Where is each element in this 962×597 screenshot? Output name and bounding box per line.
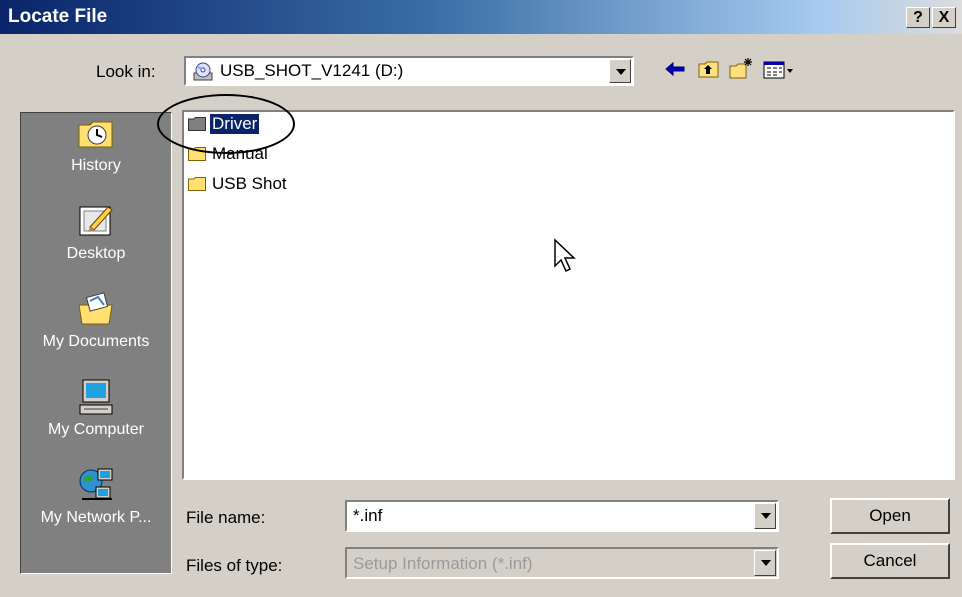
look-in-value: USB_SHOT_V1241 (D:)	[220, 61, 404, 80]
files-of-type-dropdown-arrow[interactable]	[754, 550, 776, 576]
file-name: USB Shot	[212, 174, 287, 193]
place-my-computer[interactable]: My Computer	[21, 377, 171, 439]
file-list[interactable]: Driver Manual USB Shot	[182, 110, 955, 480]
my-documents-icon	[76, 289, 116, 329]
highlight-ellipse	[157, 94, 295, 154]
close-button[interactable]: X	[932, 7, 956, 28]
help-button[interactable]: ?	[906, 7, 930, 28]
title-bar[interactable]: Locate File ? X	[0, 0, 962, 34]
new-folder-icon[interactable]	[728, 56, 754, 82]
folder-icon	[188, 177, 206, 191]
look-in-dropdown[interactable]: USB_SHOT_V1241 (D:)	[184, 56, 634, 86]
file-name-label: File name:	[186, 508, 266, 527]
window-title: Locate File	[8, 6, 108, 27]
place-desktop[interactable]: Desktop	[21, 201, 171, 263]
place-my-network-places[interactable]: My Network P...	[21, 465, 171, 527]
look-in-label: Look in:	[96, 62, 156, 81]
locate-file-dialog: Locate File ? X Look in: USB_SHOT_V1241 …	[0, 0, 962, 597]
open-button[interactable]: Open	[830, 498, 950, 534]
places-bar: History Desktop My Documents My Computer…	[20, 112, 172, 574]
my-network-places-icon	[76, 465, 116, 505]
files-of-type-label: Files of type:	[186, 556, 283, 575]
history-icon	[76, 113, 116, 153]
file-name-input[interactable]: *.inf	[345, 500, 779, 532]
look-in-dropdown-arrow[interactable]	[609, 59, 631, 83]
view-menu-icon[interactable]	[762, 56, 796, 82]
file-name-value: *.inf	[353, 506, 383, 525]
files-of-type-dropdown[interactable]: Setup Information (*.inf)	[345, 547, 779, 579]
mouse-cursor-icon	[553, 238, 579, 279]
place-label: My Network P...	[40, 509, 152, 526]
place-my-documents[interactable]: My Documents	[21, 289, 171, 351]
back-icon[interactable]	[662, 56, 688, 82]
file-name-dropdown-arrow[interactable]	[754, 503, 776, 529]
place-label: My Documents	[42, 333, 150, 350]
place-label: History	[71, 157, 121, 174]
place-label: Desktop	[66, 245, 126, 262]
place-history[interactable]: History	[21, 113, 171, 175]
files-of-type-value: Setup Information (*.inf)	[353, 554, 533, 573]
cd-drive-icon	[192, 61, 214, 83]
place-label: My Computer	[47, 421, 145, 438]
desktop-icon	[76, 201, 116, 241]
cancel-button[interactable]: Cancel	[830, 543, 950, 579]
up-one-level-icon[interactable]	[696, 56, 722, 82]
my-computer-icon	[76, 377, 116, 417]
